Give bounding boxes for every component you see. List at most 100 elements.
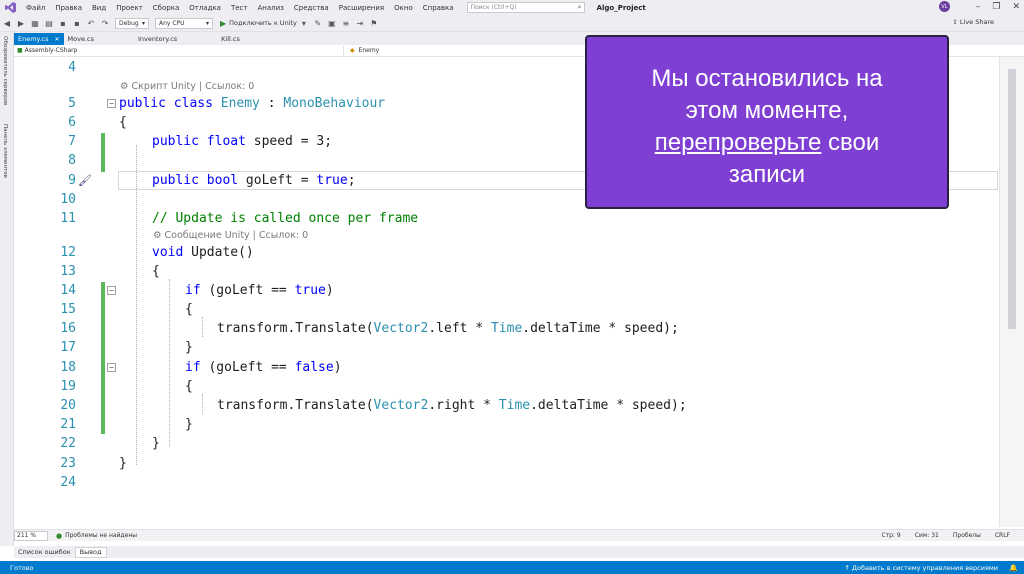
menu-debug[interactable]: Отладка	[184, 4, 226, 12]
menu-project[interactable]: Проект	[111, 4, 148, 12]
configuration-select[interactable]: Debug ▾	[115, 17, 149, 29]
vertical-scrollbar[interactable]	[999, 57, 1024, 527]
callout-box: Мы остановились на этом моменте, перепро…	[585, 35, 949, 209]
chevron-down-icon[interactable]: ▾	[299, 18, 309, 28]
save-all-icon[interactable]: ▪	[72, 18, 82, 28]
restore-icon[interactable]: ❐	[992, 2, 1000, 12]
platform-select[interactable]: Any CPU ▾	[155, 17, 213, 29]
source-control-label: Добавить в систему управления версиями	[851, 563, 998, 572]
code-text: {	[152, 264, 160, 279]
zoom-select[interactable]: 211 %	[14, 530, 48, 541]
attach-unity-button[interactable]: Подключить к Unity	[229, 19, 297, 27]
save-icon[interactable]: ▪	[58, 18, 68, 28]
tab-label: Move.cs	[67, 35, 95, 43]
add-to-source-control-button[interactable]: ↑ Добавить в систему управления версиями	[844, 564, 998, 572]
menu-analyze[interactable]: Анализ	[252, 4, 288, 12]
keyword: false	[294, 360, 334, 375]
menu-file[interactable]: Файл	[21, 4, 50, 12]
line-number: 12	[60, 245, 76, 260]
codelens-class-text: Скрипт Unity | Ссылок: 0	[131, 81, 255, 92]
close-icon[interactable]: ✕	[1012, 2, 1020, 12]
redo-icon[interactable]: ↷	[100, 18, 110, 28]
menu-view[interactable]: Вид	[87, 4, 111, 12]
code-text: }	[185, 417, 193, 432]
tab-move[interactable]: Move.cs	[64, 33, 98, 45]
keyword: true	[294, 283, 326, 298]
code-line-18: 18 if (goLeft == false)	[14, 358, 999, 377]
csharp-icon: ■	[17, 47, 23, 54]
open-icon[interactable]: ▤	[44, 18, 54, 28]
menu-build[interactable]: Сборка	[148, 4, 184, 12]
play-icon[interactable]: ▶	[220, 19, 226, 28]
minimize-icon[interactable]: –	[976, 2, 981, 12]
live-share-button[interactable]: ⇪ Live Share	[952, 18, 994, 26]
menu-tools[interactable]: Средства	[289, 4, 334, 12]
avatar[interactable]: VL	[938, 1, 950, 12]
code-line-16: 16 transform.Translate(Vector2.left * Ti…	[14, 319, 999, 338]
issues-status[interactable]: Проблемы не найдены	[65, 532, 137, 539]
search-icon: ⌕	[577, 3, 582, 11]
new-project-icon[interactable]: ▦	[30, 18, 40, 28]
tab-label: Inventory.cs	[138, 35, 178, 43]
search-placeholder: Поиск (Ctrl+Q)	[470, 4, 517, 11]
bookmark-icon[interactable]: ⚑	[369, 18, 379, 28]
code-token: (goLeft ==	[200, 283, 295, 298]
forward-icon[interactable]: ▶	[16, 18, 26, 28]
code-line-15: 15 {	[14, 300, 999, 319]
code-text: {	[119, 115, 127, 130]
code-token: )	[333, 360, 342, 375]
code-line-11: 11 // Update is called once per frame	[14, 209, 999, 228]
line-ending-indicator[interactable]: CRLF	[995, 532, 1010, 539]
menu-extensions[interactable]: Расширения	[334, 4, 389, 12]
toolbox-tab[interactable]: Панель элементов	[2, 124, 8, 178]
code-text: }	[119, 456, 127, 471]
line-number: 14	[60, 283, 76, 298]
codelens-class[interactable]: ⚙ Скрипт Unity | Ссылок: 0	[120, 81, 254, 92]
line-number: 22	[60, 436, 76, 451]
line-number: 6	[68, 115, 76, 130]
project-title: Algo_Project	[596, 3, 646, 12]
line-indicator[interactable]: Стр: 9	[881, 532, 900, 539]
indent-icon[interactable]: ⇥	[355, 18, 365, 28]
notification-bell-icon[interactable]: 🔔	[1009, 564, 1018, 572]
menu-test[interactable]: Тест	[226, 4, 253, 12]
undo-icon[interactable]: ↶	[86, 18, 96, 28]
type-name: MonoBehaviour	[283, 96, 386, 111]
back-icon[interactable]: ◀	[2, 18, 12, 28]
code-token: .deltaTime * speed);	[530, 398, 687, 413]
class-dropdown[interactable]: ◆ Enemy	[344, 47, 379, 54]
server-explorer-tab[interactable]: Обозреватель серверов	[2, 36, 8, 105]
menu-edit[interactable]: Правка	[50, 4, 87, 12]
window-controls: VL – ❐ ✕	[938, 1, 1020, 12]
scrollbar-thumb[interactable]	[1008, 69, 1016, 329]
menu-help[interactable]: Справка	[418, 4, 459, 12]
configuration-value: Debug	[119, 19, 139, 27]
code-token: (goLeft ==	[200, 360, 295, 375]
menu-window[interactable]: Окно	[389, 4, 418, 12]
align-icon[interactable]: ≡	[341, 18, 351, 28]
code-text: }	[152, 436, 160, 451]
tab-kill[interactable]: Kill.cs	[217, 33, 244, 45]
tool-icon[interactable]: ▣	[327, 18, 337, 28]
tab-error-list[interactable]: Список ошибок	[14, 547, 75, 558]
code-line-14: 14 if (goLeft == true)	[14, 281, 999, 300]
codelens-method-text: Сообщение Unity | Ссылок: 0	[164, 230, 309, 241]
hot-reload-icon[interactable]: ✎	[313, 18, 323, 28]
code-text: if (goLeft == false)	[185, 360, 342, 375]
whitespace-indicator[interactable]: Пробелы	[953, 532, 981, 539]
project-dropdown[interactable]: ■ Assembly-CSharp	[14, 45, 344, 56]
code-text: {	[185, 379, 193, 394]
visual-studio-logo-icon[interactable]	[3, 1, 17, 15]
char-indicator[interactable]: Сим: 31	[915, 532, 939, 539]
check-circle-icon: ●	[56, 531, 63, 540]
line-number: 19	[60, 379, 76, 394]
tab-inventory[interactable]: Inventory.cs	[134, 33, 181, 45]
search-input[interactable]: Поиск (Ctrl+Q) ⌕	[466, 2, 585, 13]
tab-output[interactable]: Вывод	[74, 546, 107, 558]
line-number: 8	[68, 153, 76, 168]
type-name: Vector2	[373, 321, 429, 336]
close-icon[interactable]: ✕	[55, 36, 60, 43]
codelens-method[interactable]: ⚙ Сообщение Unity | Ссылок: 0	[153, 230, 308, 241]
tab-enemy[interactable]: Enemy.cs ✕	[14, 33, 64, 45]
keyword: if	[185, 283, 201, 298]
